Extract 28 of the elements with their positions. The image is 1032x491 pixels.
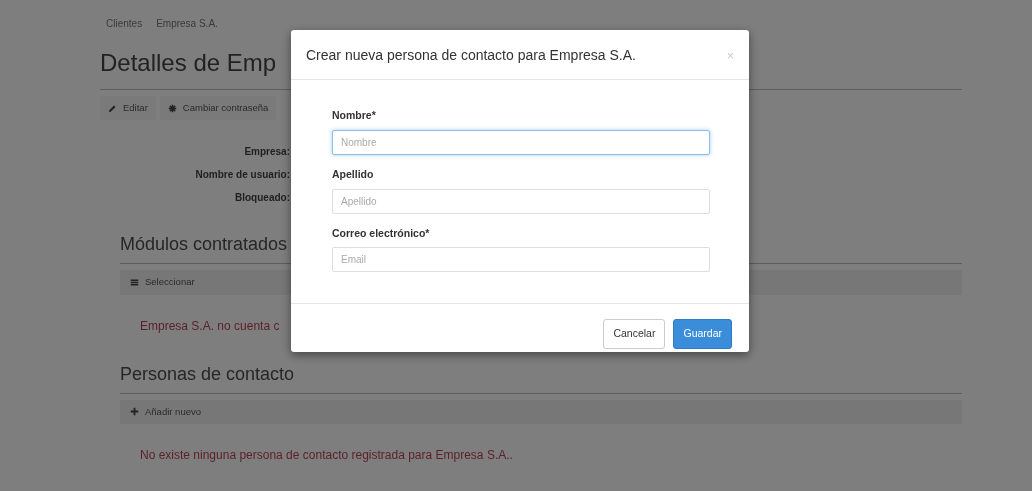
breadcrumb-link[interactable]: Empresa S.A. bbox=[156, 16, 218, 31]
asterisk-icon bbox=[167, 103, 177, 113]
page-title: Detalles de Emp bbox=[100, 48, 277, 78]
field-label: Correo electrónico* bbox=[332, 225, 431, 241]
toolbar-button[interactable]: Cambiar contraseña bbox=[159, 96, 277, 121]
input-field[interactable]: Nombre bbox=[332, 129, 710, 155]
toolbar-button[interactable]: Seleccionar bbox=[126, 275, 199, 290]
empty-message: Empresa S.A. no cuenta c bbox=[140, 317, 280, 335]
detail-label: Empresa: bbox=[243, 145, 290, 160]
modal-title: Crear nueva persona de contacto para Empresa S.A. bbox=[306, 46, 636, 65]
field-label: Nombre* bbox=[332, 108, 377, 123]
list-icon bbox=[130, 277, 139, 287]
save-button[interactable]: Guardar bbox=[673, 319, 732, 349]
input-field[interactable]: Email bbox=[332, 247, 710, 273]
detail-label: Bloqueado: bbox=[234, 191, 290, 206]
section-title: Personas de contacto bbox=[120, 362, 295, 386]
breadcrumb-link[interactable]: Clientes bbox=[106, 16, 143, 31]
close-button[interactable]: × bbox=[727, 45, 734, 66]
detail-label: Nombre de usuario: bbox=[194, 168, 290, 183]
plus-icon bbox=[130, 407, 139, 417]
cancel-button[interactable]: Cancelar bbox=[603, 319, 666, 349]
pencil-icon bbox=[108, 103, 117, 113]
empty-message: No existe ninguna persona de contacto registrada para Empresa S.A.. bbox=[140, 446, 513, 464]
toolbar-button[interactable]: Añadir nuevo bbox=[126, 404, 205, 419]
toolbar-button[interactable]: Editar bbox=[100, 96, 156, 121]
section-title: Módulos contratados bbox=[120, 233, 288, 257]
field-label: Apellido bbox=[332, 166, 375, 182]
input-field[interactable]: Apellido bbox=[332, 188, 710, 214]
